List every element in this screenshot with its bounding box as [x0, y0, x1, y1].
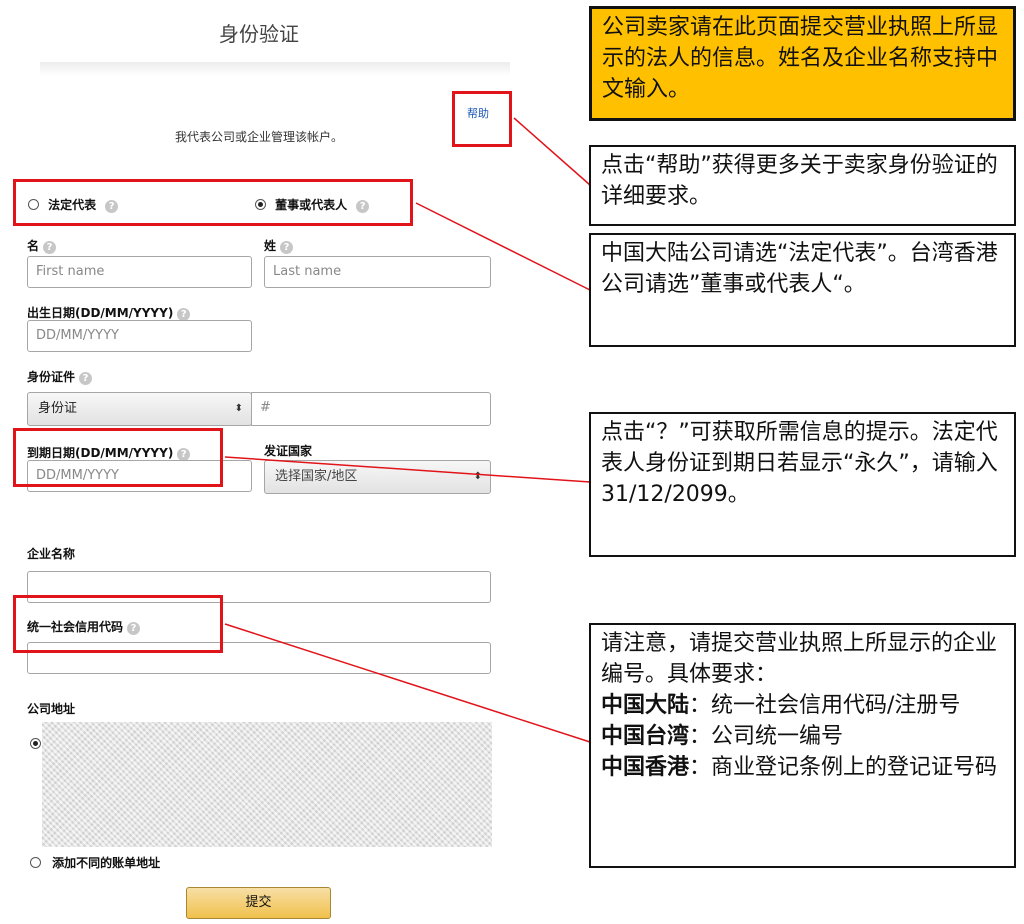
- note-business-number-intro: 请注意，请提交营业执照上所显示的企业编号。具体要求：: [601, 631, 998, 687]
- note-region-taiwan: 中国台湾：公司统一编号: [601, 721, 1004, 752]
- region-mainland-text: ：统一社会信用代码/注册号: [689, 693, 961, 718]
- note-region-hongkong: 中国香港：商业登记条例上的登记证号码: [601, 752, 1004, 783]
- region-hongkong-name: 中国香港: [601, 755, 690, 780]
- region-hongkong-text: ：商业登记条例上的登记证号码: [689, 755, 998, 780]
- region-taiwan-text: ：公司统一编号: [689, 724, 844, 749]
- note-company-seller: 公司卖家请在此页面提交营业执照上所显示的法人的信息。姓名及企业名称支持中文输入。: [589, 6, 1016, 121]
- region-taiwan-name: 中国台湾: [601, 724, 690, 749]
- note-role-selection: 中国大陆公司请选“法定代表”。台湾香港公司请选”董事或代表人“。: [589, 233, 1016, 347]
- note-tooltip-expiry: 点击“？”可获取所需信息的提示。法定代表人身份证到期日若显示“永久”，请输入31…: [589, 412, 1016, 557]
- note-region-mainland: 中国大陆：统一社会信用代码/注册号: [601, 690, 1004, 721]
- note-business-number: 请注意，请提交营业执照上所显示的企业编号。具体要求： 中国大陆：统一社会信用代码…: [589, 623, 1016, 868]
- note-help-link: 点击“帮助”获得更多关于卖家身份验证的详细要求。: [589, 145, 1016, 226]
- region-mainland-name: 中国大陆: [601, 693, 690, 718]
